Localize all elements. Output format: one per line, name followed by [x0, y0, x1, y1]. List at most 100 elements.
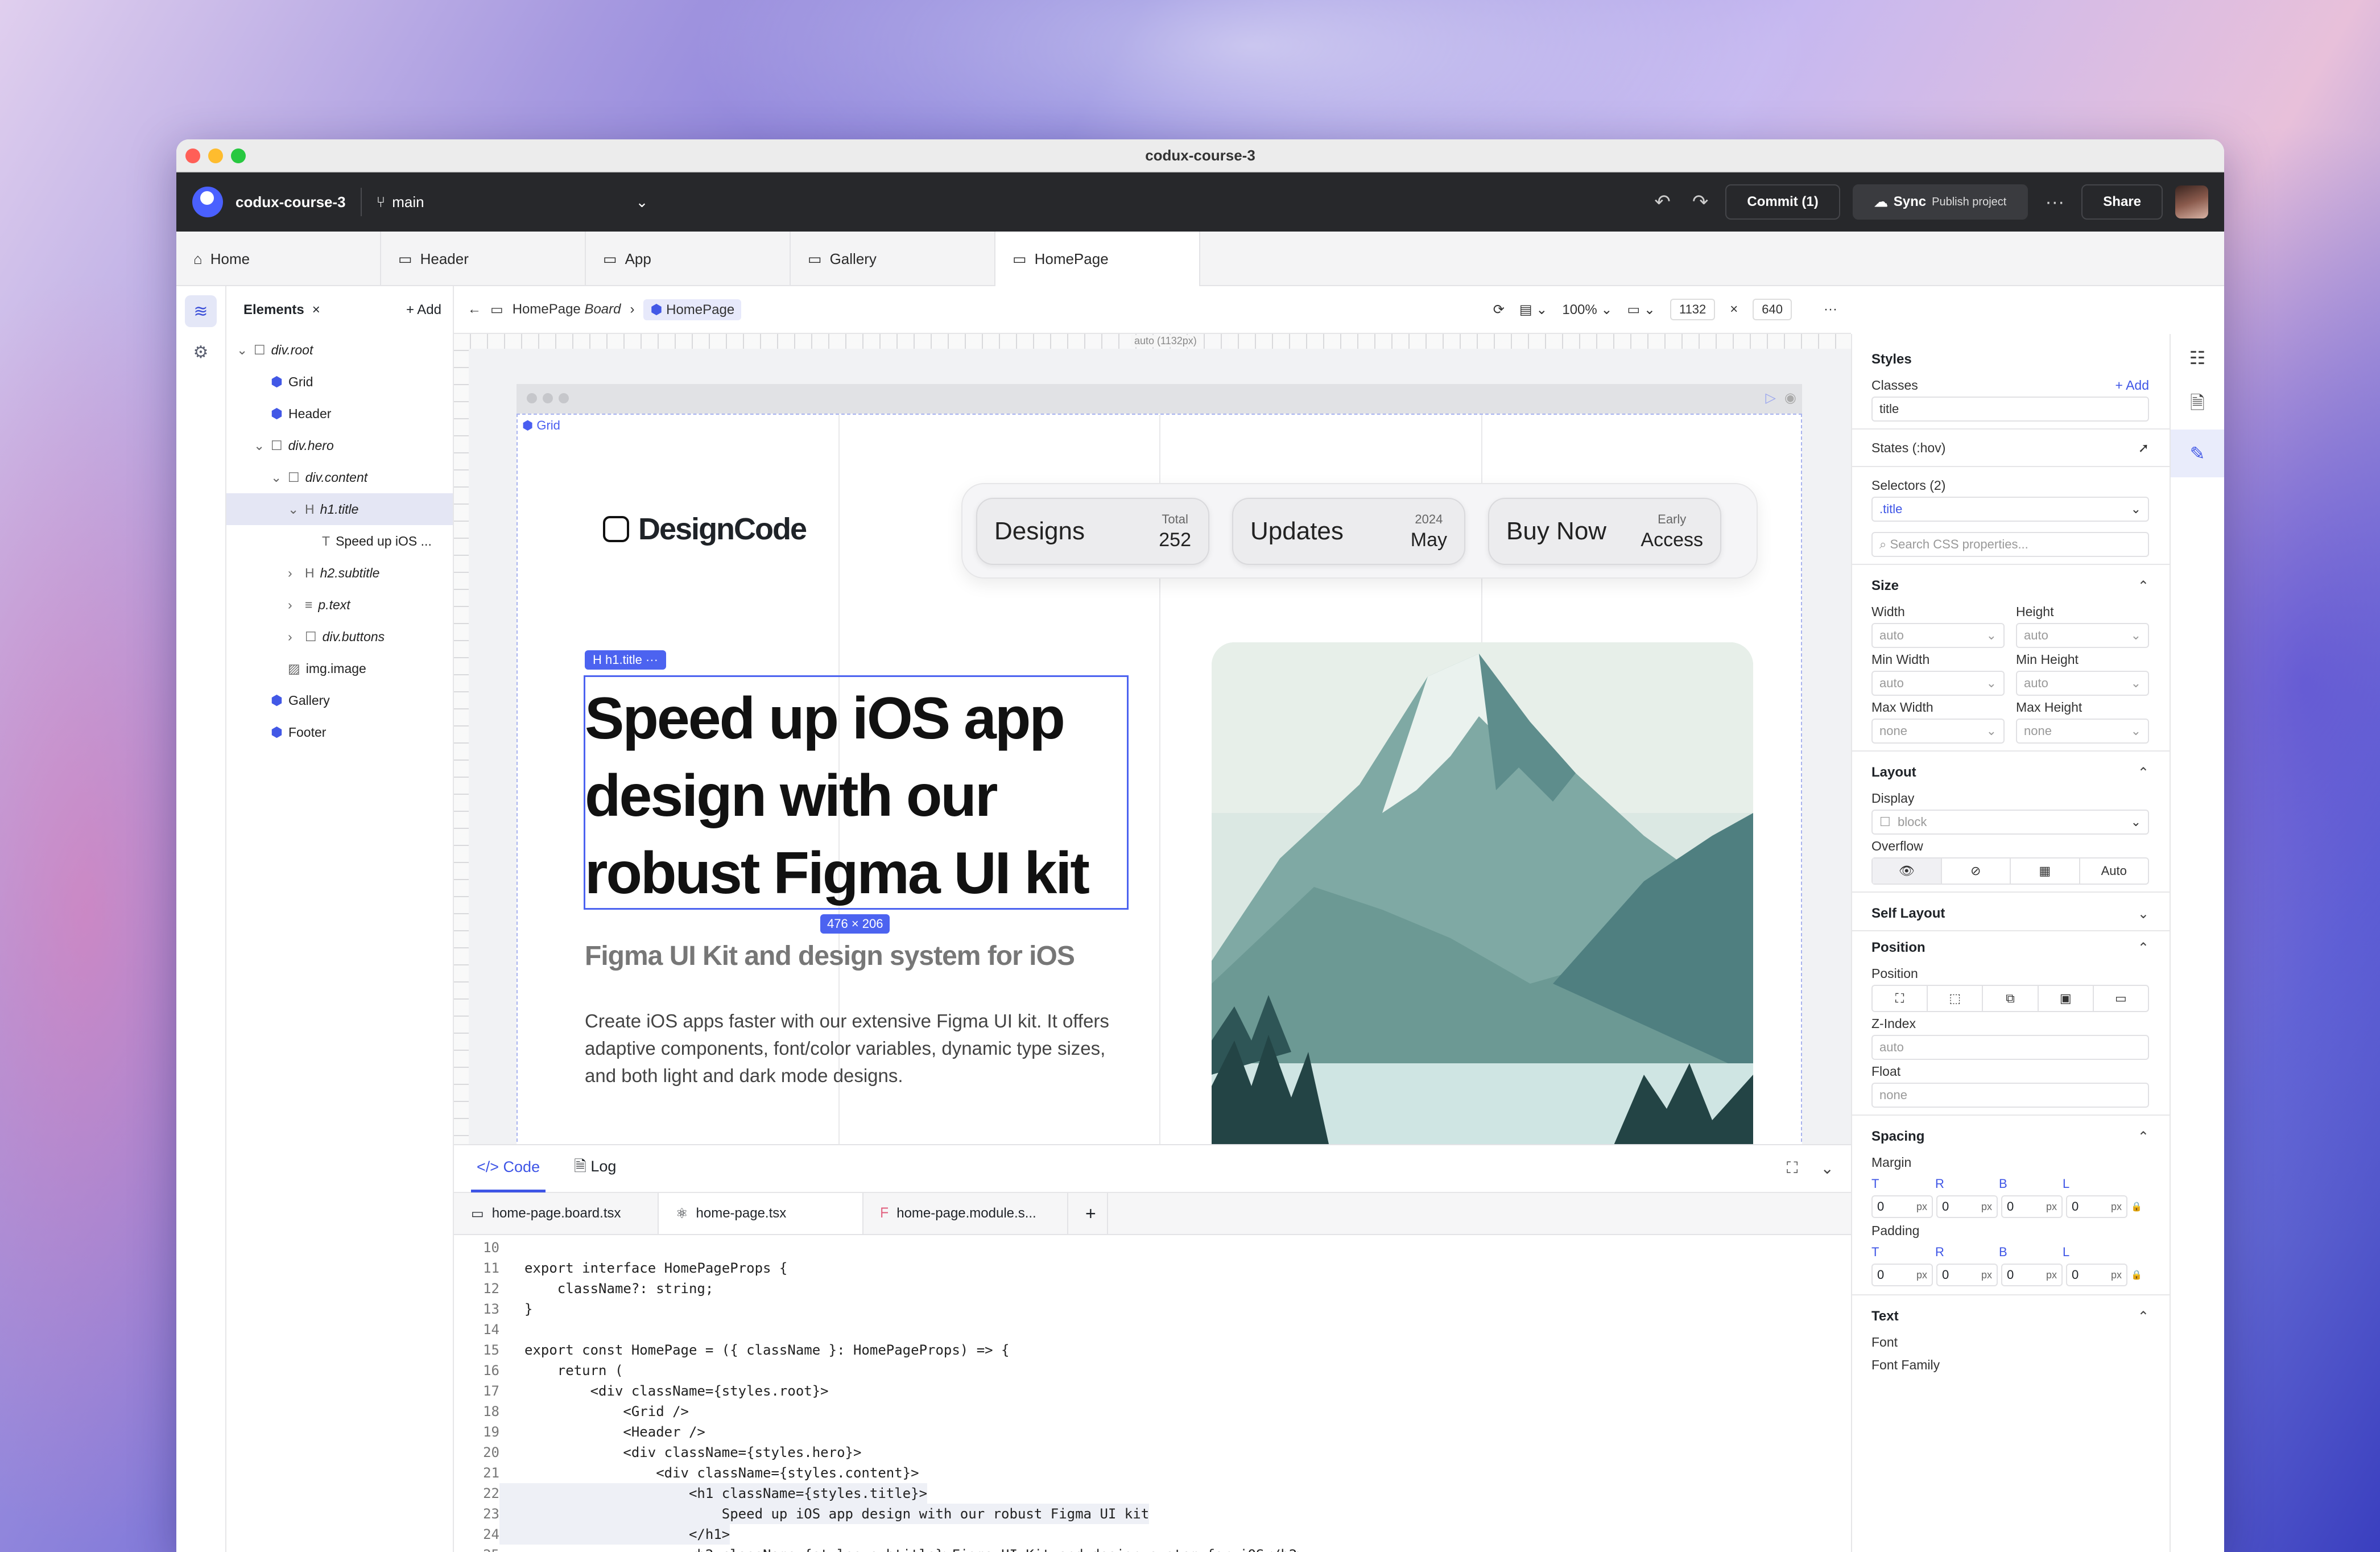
tree-node[interactable]: › Hh2.subtitle: [226, 557, 453, 589]
sliders-icon[interactable]: ☷: [2171, 334, 2224, 382]
tree-node[interactable]: › ☐ div.buttons: [226, 621, 453, 653]
css-search-input[interactable]: ⌕ Search CSS properties...: [1871, 532, 2149, 557]
tab-app[interactable]: ▭ App: [586, 232, 791, 286]
position-static-icon[interactable]: ⛶: [1873, 986, 1928, 1011]
hero-title[interactable]: Speed up iOS app design with our robust …: [585, 680, 1131, 912]
codux-logo-icon[interactable]: [192, 187, 223, 217]
min-height-select[interactable]: auto ⌄: [2016, 671, 2149, 696]
file-tab-module[interactable]: ᖴ home-page.module.s...: [863, 1193, 1068, 1234]
min-width-select[interactable]: auto ⌄: [1871, 671, 2005, 696]
position-relative-icon[interactable]: ⬚: [1928, 986, 1984, 1011]
sync-button[interactable]: ☁ Sync Publish project: [1852, 184, 2028, 220]
device-icon[interactable]: ▭ ⌄: [1627, 302, 1655, 318]
code-line[interactable]: 22 <h1 className={styles.title}>: [454, 1483, 1851, 1504]
code-line[interactable]: 20 <div className={styles.hero}>: [454, 1442, 1851, 1463]
padding-bottom-input[interactable]: 0 px: [2001, 1264, 2063, 1286]
display-select[interactable]: ☐ block ⌄: [1871, 810, 2149, 835]
overflow-visible-icon[interactable]: 👁: [1873, 858, 1942, 884]
spacing-section-header[interactable]: Spacing ⌃: [1871, 1122, 2149, 1151]
play-icon[interactable]: ▷: [1766, 390, 1776, 406]
design-canvas[interactable]: auto (1132px) ▷ ◉ ⬢ Grid DesignCode Desi…: [454, 334, 1851, 1144]
states-row[interactable]: States (:hov) ➚: [1871, 436, 2149, 459]
pill-updates[interactable]: Updates 2024 May: [1232, 498, 1465, 565]
mountain-image[interactable]: [1212, 642, 1753, 1144]
max-height-select[interactable]: none ⌄: [2016, 719, 2149, 744]
add-file-tab-button[interactable]: +: [1068, 1193, 1108, 1234]
more-options-icon[interactable]: ···: [2040, 191, 2069, 213]
tree-node[interactable]: T Speed up iOS ...: [226, 525, 453, 557]
tree-node[interactable]: ⌄ ☐ div.content: [226, 461, 453, 493]
tree-node[interactable]: ⌄ Hh1.title: [226, 493, 453, 525]
code-line[interactable]: 14: [454, 1319, 1851, 1340]
project-name[interactable]: codux-course-3: [235, 193, 346, 211]
share-button[interactable]: Share: [2081, 184, 2163, 220]
code-line[interactable]: 19 <Header />: [454, 1422, 1851, 1442]
tree-node[interactable]: ⬢ Header: [226, 398, 453, 430]
pill-designs[interactable]: Designs Total 252: [976, 498, 1209, 565]
layout-view-icon[interactable]: ▤ ⌄: [1519, 302, 1547, 318]
breadcrumb-current[interactable]: ⬢ HomePage: [643, 299, 742, 320]
code-line[interactable]: 24 </h1>: [454, 1524, 1851, 1545]
more-options-icon[interactable]: ···: [1824, 302, 1837, 317]
add-element-button[interactable]: + Add: [406, 302, 441, 318]
tab-header[interactable]: ▭ Header: [381, 232, 586, 286]
close-window-button[interactable]: [185, 148, 200, 163]
file-search-icon[interactable]: 🗎: [2171, 382, 2224, 430]
zindex-input[interactable]: auto: [1871, 1035, 2149, 1060]
layout-section-header[interactable]: Layout ⌃: [1871, 758, 2149, 787]
height-select[interactable]: auto ⌄: [2016, 623, 2149, 648]
position-fixed-icon[interactable]: ▣: [2039, 986, 2094, 1011]
tab-log[interactable]: 🗎 Log: [574, 1155, 616, 1182]
hero-text[interactable]: Create iOS apps faster with our extensiv…: [585, 1008, 1125, 1089]
position-section-header[interactable]: Position ⌃: [1871, 934, 2149, 962]
overflow-auto-button[interactable]: Auto: [2080, 858, 2148, 884]
expand-chevron-icon[interactable]: ⌄: [288, 502, 299, 517]
add-class-button[interactable]: + Add: [2115, 378, 2149, 393]
code-line[interactable]: 23 Speed up iOS app design with our robu…: [454, 1504, 1851, 1524]
class-input[interactable]: title: [1871, 397, 2149, 422]
size-section-header[interactable]: Size ⌃: [1871, 572, 2149, 600]
tree-node[interactable]: ⌄ ☐ div.hero: [226, 430, 453, 461]
redo-icon[interactable]: ↷: [1688, 191, 1713, 213]
user-avatar[interactable]: [2175, 185, 2208, 218]
lock-icon[interactable]: 🔒: [2131, 1201, 2142, 1212]
file-tab-board[interactable]: ▭ home-page.board.tsx: [454, 1193, 659, 1234]
code-line[interactable]: 16 return (: [454, 1360, 1851, 1381]
position-absolute-icon[interactable]: ⧉: [1983, 986, 2039, 1011]
lock-icon[interactable]: 🔒: [2131, 1269, 2142, 1281]
chevron-down-icon[interactable]: ⌄: [636, 193, 648, 211]
code-line[interactable]: 15 export const HomePage = ({ className }…: [454, 1340, 1851, 1360]
layers-icon[interactable]: ≋: [185, 295, 217, 327]
self-layout-section-header[interactable]: Self Layout ⌄: [1871, 899, 2149, 928]
expand-chevron-icon[interactable]: ›: [288, 566, 299, 581]
zoom-level[interactable]: 100% ⌄: [1562, 302, 1612, 318]
zoom-window-button[interactable]: [231, 148, 246, 163]
code-line[interactable]: 11 export interface HomePageProps {: [454, 1258, 1851, 1278]
canvas-height-input[interactable]: 640: [1753, 299, 1792, 320]
selector-dropdown[interactable]: .title ⌄: [1871, 497, 2149, 522]
file-tab-homepage[interactable]: ⚛ home-page.tsx: [659, 1193, 863, 1234]
code-editor[interactable]: 10 11 export interface HomePageProps {12 c…: [454, 1235, 1851, 1552]
code-line[interactable]: 12 className?: string;: [454, 1278, 1851, 1299]
tree-node[interactable]: ⬢ Grid: [226, 366, 453, 398]
tree-node[interactable]: ⬢ Footer: [226, 716, 453, 748]
margin-right-input[interactable]: 0 px: [1936, 1195, 1998, 1218]
expand-icon[interactable]: ⛶: [1787, 1159, 1798, 1178]
eye-icon[interactable]: ◉: [1784, 390, 1796, 406]
expand-chevron-icon[interactable]: ›: [288, 629, 299, 645]
canvas-width-input[interactable]: 1132: [1670, 299, 1716, 320]
refresh-icon[interactable]: ⟳: [1493, 302, 1505, 318]
designcode-logo[interactable]: DesignCode: [603, 511, 807, 547]
tab-home[interactable]: ⌂ Home: [176, 232, 381, 286]
tree-node[interactable]: › ≡ p.text: [226, 589, 453, 621]
code-line[interactable]: 13}: [454, 1299, 1851, 1319]
selection-tag[interactable]: H h1.title ···: [585, 650, 666, 670]
text-section-header[interactable]: Text ⌃: [1871, 1302, 2149, 1331]
collapse-chevron-icon[interactable]: ⌄: [1821, 1159, 1834, 1178]
back-arrow-icon[interactable]: ←: [468, 302, 481, 317]
pointer-icon[interactable]: ➚: [2138, 440, 2149, 456]
code-line[interactable]: 17 <div className={styles.root}>: [454, 1381, 1851, 1401]
float-input[interactable]: none: [1871, 1083, 2149, 1108]
overflow-hidden-icon[interactable]: ⊘: [1942, 858, 2011, 884]
code-line[interactable]: 25 <h2 className={styles.subtitle}>Figma…: [454, 1545, 1851, 1552]
